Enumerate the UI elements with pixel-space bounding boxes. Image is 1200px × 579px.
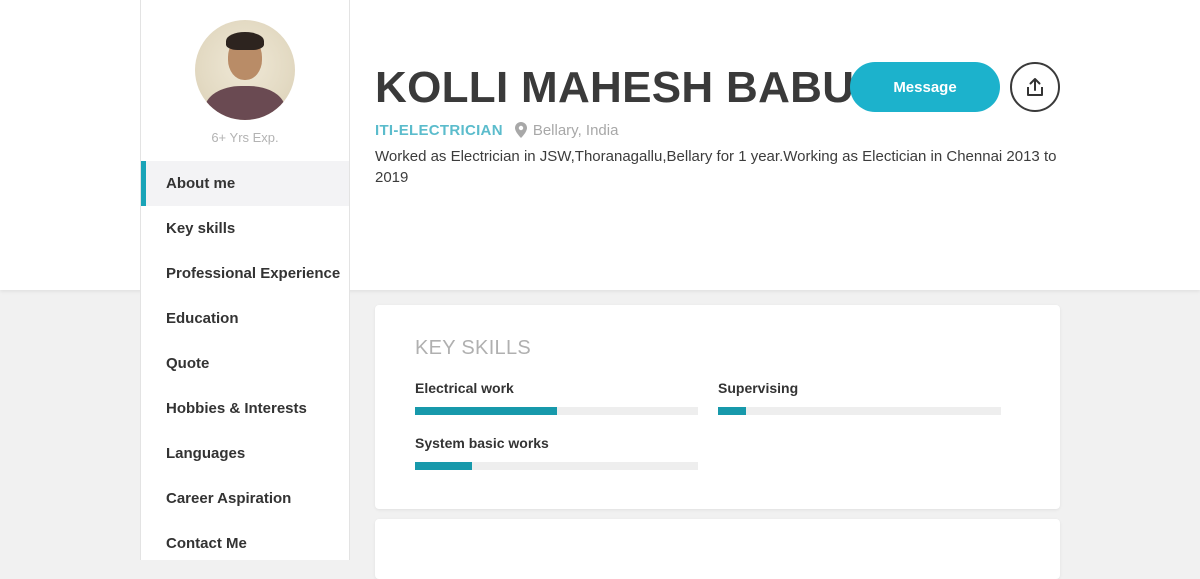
- skill-bar: [415, 407, 698, 415]
- skill-item: System basic works: [415, 434, 698, 470]
- share-button[interactable]: [1010, 62, 1060, 112]
- sidebar-item-professional-experience[interactable]: Professional Experience: [141, 251, 349, 296]
- skill-item: Electrical work: [415, 379, 698, 415]
- profile-subtitle: ITI-ELECTRICIAN Bellary, India: [375, 120, 618, 140]
- profile-role: ITI-ELECTRICIAN: [375, 121, 503, 139]
- sidebar-item-contact-me[interactable]: Contact Me: [141, 521, 349, 566]
- sidebar-item-key-skills[interactable]: Key skills: [141, 206, 349, 251]
- sidebar-item-hobbies[interactable]: Hobbies & Interests: [141, 386, 349, 431]
- next-section-card: [375, 519, 1060, 579]
- skill-label: System basic works: [415, 435, 549, 451]
- sidebar-item-about-me[interactable]: About me: [141, 161, 349, 206]
- skill-label: Supervising: [718, 380, 799, 396]
- message-button[interactable]: Message: [850, 62, 1000, 112]
- sidebar-item-education[interactable]: Education: [141, 296, 349, 341]
- avatar: [195, 20, 295, 120]
- skill-bar-fill: [415, 407, 557, 415]
- sidebar-item-quote[interactable]: Quote: [141, 341, 349, 386]
- skill-bar: [415, 462, 698, 470]
- sidebar-item-languages[interactable]: Languages: [141, 431, 349, 476]
- sidebar: 6+ Yrs Exp. About me Key skills Professi…: [140, 0, 350, 560]
- experience-label: 6+ Yrs Exp.: [211, 130, 279, 145]
- profile-description: Worked as Electrician in JSW,Thoranagall…: [375, 148, 1057, 186]
- sidebar-nav: About me Key skills Professional Experie…: [141, 161, 349, 566]
- skill-label: Electrical work: [415, 380, 514, 396]
- share-icon: [1027, 78, 1043, 96]
- key-skills-card: KEY SKILLS Electrical work Supervising S…: [375, 305, 1060, 509]
- skill-bar-fill: [415, 462, 472, 470]
- sidebar-item-career-aspiration[interactable]: Career Aspiration: [141, 476, 349, 521]
- profile-location: Bellary, India: [532, 121, 619, 139]
- profile-name: KOLLI MAHESH BABU: [375, 63, 855, 112]
- location-pin-icon: [514, 122, 527, 138]
- skill-bar: [718, 407, 1001, 415]
- key-skills-title: KEY SKILLS: [415, 337, 532, 359]
- skill-bar-fill: [718, 407, 747, 415]
- skill-item: Supervising: [718, 379, 1001, 415]
